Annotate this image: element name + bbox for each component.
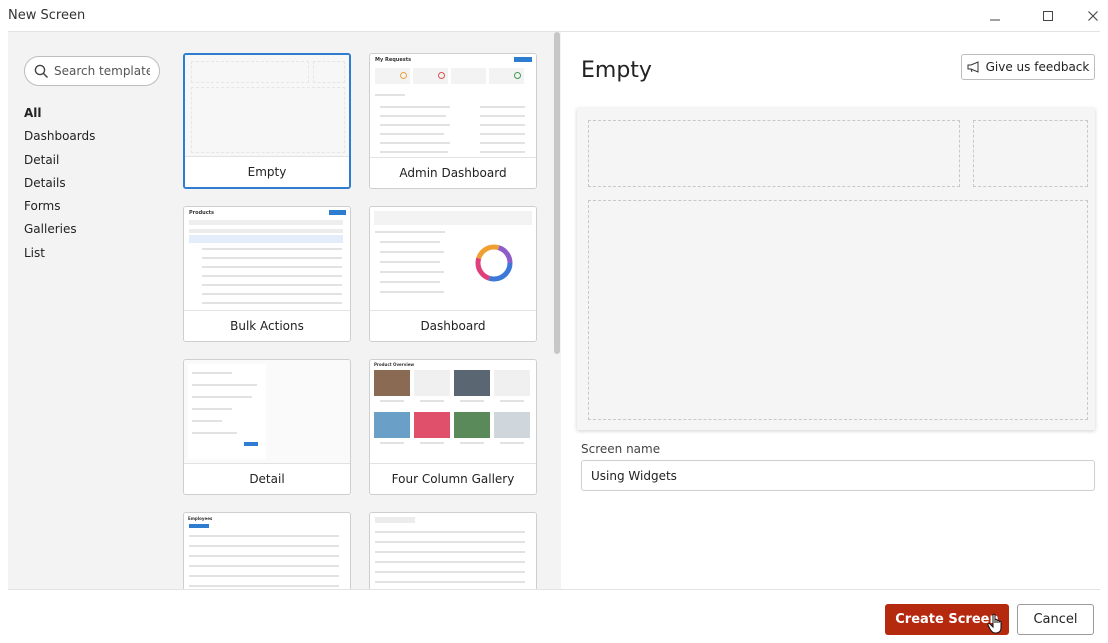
template-label: Detail	[184, 463, 350, 494]
preview-placeholder-body	[588, 200, 1088, 420]
cancel-button[interactable]: Cancel	[1017, 604, 1094, 635]
preview-placeholder-header	[588, 120, 960, 187]
template-card-bulk-actions[interactable]: Products Bulk Actions	[183, 206, 351, 342]
megaphone-icon	[967, 61, 979, 73]
template-scrollbar[interactable]	[553, 32, 561, 589]
screen-name-input[interactable]	[581, 460, 1095, 491]
title-bar: New Screen	[0, 0, 1108, 32]
template-label: Dashboard	[370, 310, 536, 341]
template-thumbnail: Products	[184, 207, 350, 312]
template-preview	[577, 108, 1095, 430]
template-card-four-column-gallery[interactable]: Product Overview Four Column Gallery	[369, 359, 537, 495]
feedback-label: Give us feedback	[985, 60, 1090, 74]
preview-placeholder-side	[973, 120, 1088, 187]
maximize-button[interactable]	[1033, 4, 1063, 28]
create-screen-button[interactable]: Create Screen	[885, 604, 1009, 635]
footer-divider	[8, 589, 1100, 590]
category-all[interactable]: All	[24, 102, 95, 125]
category-forms[interactable]: Forms	[24, 195, 95, 218]
maximize-icon	[1043, 11, 1053, 21]
template-card-list[interactable]	[369, 512, 537, 589]
screen-name-label: Screen name	[581, 442, 661, 456]
template-thumbnail	[185, 55, 349, 160]
template-thumbnail: Employees	[184, 513, 350, 589]
preview-title: Empty	[581, 58, 652, 83]
close-button[interactable]	[1078, 4, 1108, 28]
template-card-dashboard[interactable]: Dashboard	[369, 206, 537, 342]
window-title: New Screen	[8, 8, 86, 23]
search-icon	[34, 64, 49, 78]
category-galleries[interactable]: Galleries	[24, 218, 95, 241]
thumb-title: Products	[189, 210, 215, 216]
template-thumbnail: My Requests	[370, 54, 536, 159]
category-details[interactable]: Details	[24, 172, 95, 195]
template-browser: All Dashboards Detail Details Forms Gall…	[8, 32, 561, 589]
template-label: Empty	[185, 156, 349, 187]
category-detail[interactable]: Detail	[24, 149, 95, 172]
minimize-button[interactable]	[980, 4, 1010, 28]
thumb-title: Product Overview	[374, 362, 415, 367]
preview-panel: Empty Give us feedback Screen name	[561, 32, 1108, 589]
template-card-employees[interactable]: Employees	[183, 512, 351, 589]
close-icon	[1088, 11, 1098, 21]
template-card-empty[interactable]: Empty	[183, 53, 351, 189]
minimize-icon	[990, 19, 1000, 21]
template-label: Admin Dashboard	[370, 157, 536, 188]
category-list[interactable]: List	[24, 242, 95, 265]
template-thumbnail	[370, 207, 536, 312]
feedback-button[interactable]: Give us feedback	[961, 54, 1095, 80]
category-dashboards[interactable]: Dashboards	[24, 125, 95, 148]
template-label: Four Column Gallery	[370, 463, 536, 494]
search-input[interactable]	[54, 64, 150, 78]
template-thumbnail: Product Overview	[370, 360, 536, 465]
donut-chart-icon	[475, 244, 513, 282]
template-label: Bulk Actions	[184, 310, 350, 341]
template-thumbnail	[184, 360, 350, 465]
thumb-title: My Requests	[375, 57, 412, 63]
thumb-title: Employees	[188, 516, 213, 521]
template-card-admin-dashboard[interactable]: My Requests Admin Dashboard	[369, 53, 537, 189]
template-card-detail[interactable]: Detail	[183, 359, 351, 495]
search-box[interactable]	[24, 56, 160, 86]
template-thumbnail	[370, 513, 536, 589]
scrollbar-thumb[interactable]	[554, 32, 560, 354]
category-list: All Dashboards Detail Details Forms Gall…	[24, 102, 95, 265]
